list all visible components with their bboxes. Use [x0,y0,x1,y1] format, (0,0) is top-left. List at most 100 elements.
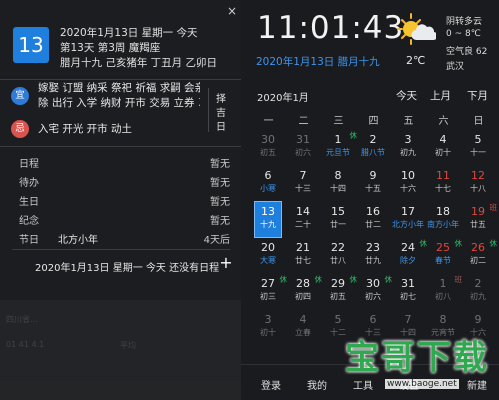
calendar-day[interactable]: 12 十八 [465,166,491,201]
calendar-day[interactable]: 16 廿二 [360,202,386,237]
day-number: 29 [331,277,345,290]
prev-month-button[interactable]: 上月 [430,88,451,103]
partly-sunny-icon[interactable] [396,10,436,48]
weekday-label: 二 [298,116,309,127]
calendar-day[interactable]: 30 初六休 [360,274,392,309]
calendar-day[interactable]: 19 廿五班 [465,202,497,237]
day-number: 18 [436,205,450,218]
calendar-day[interactable]: 1 初八班 [430,274,462,309]
calendar-day[interactable]: 31 初七 [395,274,421,309]
calendar-day[interactable]: 1 元旦节休 [325,130,357,165]
calendar-day[interactable]: 11 十七 [430,166,456,201]
day-number: 6 [264,169,272,182]
day-lunar: 初九 [470,292,486,301]
calendar-day[interactable]: 22 廿八 [325,238,351,273]
day-number: 1 [439,277,447,290]
today-button[interactable]: 今天 [396,88,417,103]
holiday-badge: 休 [314,275,323,284]
close-icon[interactable]: × [226,4,238,18]
clock: 11:01:43 [257,10,405,46]
calendar-day[interactable]: 30 初五 [255,130,281,165]
bg-doc-row: 01 41 4.1 [6,340,45,349]
calendar-day[interactable]: 3 初九 [395,130,421,165]
calendar-day[interactable]: 4 初十 [430,130,456,165]
day-number: 30 [366,277,380,290]
calendar-day-today[interactable]: 13 十九 [254,201,282,238]
calendar-day[interactable]: 31 初六 [290,130,316,165]
weather-condition: 阴转多云 [446,17,483,27]
anniversary-row[interactable]: 纪念 暂无 [0,210,241,228]
day-number: 10 [401,169,415,182]
yi-activities: 嫁娶 订盟 纳采 祭祀 祈福 求嗣 会亲友 解 除 出行 入学 纳财 开市 交易… [38,81,200,111]
holiday-badge: 休 [489,239,498,248]
calendar-day[interactable]: 2 初九 [465,274,491,309]
schedule-label: 节日 [19,235,39,246]
day-summary: 2020年1月13日 星期一 今天 还没有日程 [35,263,220,274]
todo-row[interactable]: 待办 暂无 [0,172,241,190]
calendar-day[interactable]: 20 大寒 [255,238,281,273]
day-number: 1 [334,133,342,146]
schedule-label: 待办 [19,178,39,189]
day-number: 7 [299,169,307,182]
calendar-day[interactable]: 9 十五 [360,166,386,201]
next-month-button[interactable]: 下月 [467,88,488,103]
calendar-day[interactable]: 24 除夕休 [395,238,427,273]
city[interactable]: 武汉 [446,59,464,72]
day-number: 2 [369,133,377,146]
holiday-badge: 休 [279,275,288,284]
schedule-label: 生日 [19,197,39,208]
birthday-row[interactable]: 生日 暂无 [0,191,241,209]
day-lunar: 十一 [470,148,486,157]
calendar-day[interactable]: 4 立春 [290,310,316,345]
calendar-day[interactable]: 7 十三 [290,166,316,201]
calendar-day[interactable]: 8 十四 [325,166,351,201]
workday-badge: 班 [454,275,463,284]
calendar-day[interactable]: 10 十六 [395,166,421,201]
weekday-label: 一 [263,116,274,127]
calendar-day[interactable]: 25 春节休 [430,238,462,273]
calendar-day[interactable]: 6 小寒 [255,166,281,201]
calendar-day[interactable]: 17 北方小年 [392,202,424,237]
day-number: 7 [404,313,412,326]
my-button[interactable]: 我的 [307,377,327,392]
air-quality: 空气良 62 [446,47,488,57]
weekday-label: 日 [473,116,484,127]
day-number: 3 [404,133,412,146]
weekday-label: 四 [368,116,379,127]
choose-auspicious-day-button[interactable]: 择吉日 [208,88,230,133]
login-button[interactable]: 登录 [261,377,281,392]
add-schedule-button[interactable]: + [219,255,233,271]
day-number: 8 [334,169,342,182]
day-number: 27 [261,277,275,290]
calendar-day[interactable]: 27 初三休 [255,274,287,309]
calendar-day[interactable]: 28 初四休 [290,274,322,309]
zeji-label: 择吉日 [216,94,226,133]
festival-countdown: 4天后 [203,235,230,246]
lunar-date: 2020年1月13日 腊月十九 [256,56,380,68]
calendar-day[interactable]: 14 二十 [290,202,316,237]
schedule-row[interactable]: 日程 暂无 [0,153,241,171]
calendar-day[interactable]: 18 南方小年 [427,202,459,237]
calendar-day[interactable]: 2 腊八节 [360,130,386,165]
day-number: 25 [436,241,450,254]
date-info-line: 第13天 第3周 魔羯座 [60,42,161,54]
month-label[interactable]: 2020年1月 [257,89,309,104]
calendar-day[interactable]: 5 十一 [465,130,491,165]
yi-line: 嫁娶 订盟 纳采 祭祀 祈福 求嗣 会亲友 解 [38,82,200,94]
day-number: 13 [261,205,275,218]
day-number: 4 [299,313,307,326]
festival-row[interactable]: 节日 北方小年 4天后 [0,229,241,247]
holiday-badge: 休 [349,275,358,284]
festival-name: 北方小年 [58,235,98,246]
day-number-badge: 13 [13,27,49,63]
calendar-day[interactable]: 23 廿九 [360,238,386,273]
calendar-day[interactable]: 21 廿七 [290,238,316,273]
calendar-day[interactable]: 29 初五休 [325,274,357,309]
day-number: 23 [366,241,380,254]
calendar-day[interactable]: 15 廿一 [325,202,351,237]
day-number: 31 [401,277,415,290]
calendar-day[interactable]: 3 初十 [255,310,281,345]
calendar-day[interactable]: 26 初二休 [465,238,497,273]
calendar-grid: 30 初五 31 初六 1 元旦节休 2 腊八节 3 初九 4 初十 5 十一 6 小寒 7 十三 8 十四 9 十五 10… [251,130,497,345]
day-detail-panel: 四川省... 01 41 4.1 平均 × 13 2020年1月13日 星期一 … [0,0,241,400]
